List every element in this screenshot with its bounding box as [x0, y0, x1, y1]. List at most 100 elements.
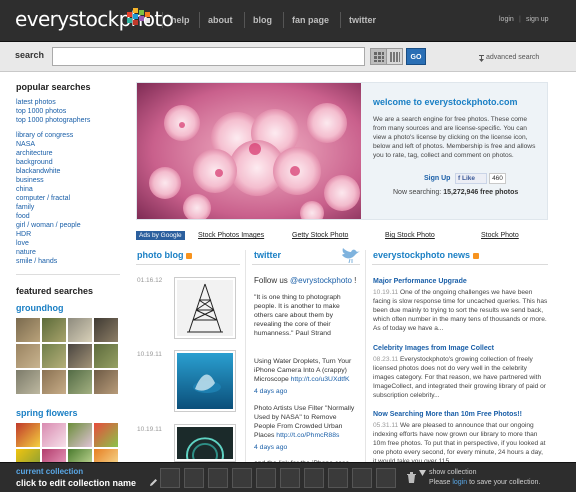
popular-search-link[interactable]: family — [16, 203, 122, 212]
nav-divider — [162, 12, 163, 28]
popular-search-link[interactable]: love — [16, 239, 122, 248]
blog-post-thumbnail[interactable] — [174, 350, 236, 412]
tweet-link[interactable]: http://t.co/u3UXdtfK — [291, 376, 350, 383]
collection-slot[interactable] — [328, 468, 348, 488]
nav-help[interactable]: help — [171, 15, 190, 25]
thumbnail[interactable] — [42, 423, 66, 447]
popular-search-link[interactable]: smile / hands — [16, 257, 122, 266]
popular-search-link[interactable]: latest photos — [16, 98, 122, 107]
thumbnail[interactable] — [42, 318, 66, 342]
sponsored-link[interactable]: Big Stock Photo — [385, 232, 435, 239]
popular-search-link[interactable]: food — [16, 212, 122, 221]
featured-photo-cherry-blossoms[interactable] — [137, 83, 361, 219]
groundhog-thumbnail-grid[interactable] — [16, 318, 118, 394]
signup-link[interactable]: sign up — [526, 16, 549, 23]
collection-slot[interactable] — [376, 468, 396, 488]
tweet-timestamp[interactable]: 4 days ago — [254, 444, 287, 451]
search-input[interactable] — [52, 47, 365, 66]
sponsored-link[interactable]: Getty Stock Photo — [292, 232, 348, 239]
news-heading[interactable]: everystockphoto news — [373, 250, 480, 260]
popular-search-link[interactable]: library of congress — [16, 131, 122, 140]
thumbnail[interactable] — [94, 423, 118, 447]
nav-fan-page[interactable]: fan page — [292, 15, 329, 25]
twitter-heading[interactable]: twitter — [254, 250, 281, 260]
collection-slot[interactable] — [256, 468, 276, 488]
collection-slot[interactable] — [160, 468, 180, 488]
thumbnail[interactable] — [68, 370, 92, 394]
thumbnail[interactable] — [42, 344, 66, 368]
thumbnail[interactable] — [94, 344, 118, 368]
thumbnail[interactable] — [94, 370, 118, 394]
thumbnail[interactable] — [68, 318, 92, 342]
trash-icon[interactable] — [407, 472, 416, 483]
thumbnail[interactable] — [16, 423, 40, 447]
collection-slot[interactable] — [208, 468, 228, 488]
blog-post-thumbnail[interactable] — [174, 424, 236, 474]
nav-divider — [199, 12, 200, 28]
nav-blog[interactable]: blog — [253, 15, 272, 25]
pencil-edit-icon[interactable] — [149, 478, 158, 487]
rss-icon[interactable] — [473, 252, 480, 259]
popular-search-link[interactable]: top 1000 photos — [16, 107, 122, 116]
thumbnail[interactable] — [16, 370, 40, 394]
thumbnail[interactable] — [68, 423, 92, 447]
thumbnail[interactable] — [16, 344, 40, 368]
show-collection-link[interactable]: show collection — [429, 469, 476, 476]
grid-view-icon[interactable] — [370, 48, 387, 65]
featured-search-spring-flowers[interactable]: spring flowers — [16, 408, 78, 418]
photo-blog-heading[interactable]: photo blog — [137, 250, 193, 260]
popular-search-link[interactable]: china — [16, 185, 122, 194]
signup-link[interactable]: Sign Up — [424, 175, 450, 182]
thumbnail[interactable] — [94, 318, 118, 342]
login-prompt-suffix: to save your collection. — [467, 479, 541, 486]
facebook-like-button[interactable]: f Like — [455, 173, 487, 184]
ads-by-google-label[interactable]: Ads by Google — [136, 231, 185, 240]
popular-searches-panel: popular searches latest photos top 1000 … — [16, 82, 122, 266]
tweet: Using Water Droplets, Turn Your iPhone C… — [254, 357, 358, 384]
collection-login-link[interactable]: login — [452, 479, 467, 486]
collection-name-editable[interactable]: click to edit collection name — [16, 478, 136, 488]
news-item-title[interactable]: Major Performance Upgrade — [373, 278, 548, 285]
blog-post-thumbnail[interactable] — [174, 277, 236, 339]
news-item-title[interactable]: Now Searching More than 10m Free Photos!… — [373, 411, 548, 418]
collection-slot[interactable] — [304, 468, 324, 488]
popular-search-link[interactable]: background — [16, 158, 122, 167]
featured-search-groundhog[interactable]: groundhog — [16, 303, 63, 313]
popular-search-link[interactable]: nature — [16, 248, 122, 257]
column-divider — [365, 250, 366, 462]
thumbnail[interactable] — [68, 344, 92, 368]
login-link[interactable]: login — [499, 16, 514, 23]
blog-photo-water-droplet — [177, 353, 233, 409]
now-searching-label: Now searching: — [393, 189, 444, 196]
popular-search-link[interactable]: architecture — [16, 149, 122, 158]
rss-icon[interactable] — [186, 252, 193, 259]
popular-search-link[interactable]: computer / fractal — [16, 194, 122, 203]
tweet-timestamp[interactable]: 4 days ago — [254, 388, 287, 395]
nav-about[interactable]: about — [208, 15, 233, 25]
thumbnail[interactable] — [16, 318, 40, 342]
popular-search-link[interactable]: business — [16, 176, 122, 185]
advanced-search-link[interactable]: advanced search — [486, 54, 539, 61]
sponsored-link[interactable]: Stock Photo — [481, 232, 519, 239]
list-view-icon[interactable] — [386, 48, 403, 65]
news-item-text: One of the ongoing challenges we have be… — [373, 289, 548, 332]
news-item-date: 05.31.11 — [373, 422, 399, 429]
collection-login-prompt: Please login to save your collection. — [429, 479, 540, 486]
collection-slot[interactable] — [352, 468, 372, 488]
news-item-title[interactable]: Celebrity Images from Image Collect — [373, 345, 548, 352]
thumbnail[interactable] — [42, 370, 66, 394]
popular-search-link[interactable]: HDR — [16, 230, 122, 239]
nav-twitter[interactable]: twitter — [349, 15, 376, 25]
twitter-bird-icon — [342, 248, 360, 263]
popular-search-link[interactable]: girl / woman / people — [16, 221, 122, 230]
collection-slot[interactable] — [184, 468, 204, 488]
popular-search-link[interactable]: blackandwhite — [16, 167, 122, 176]
go-button[interactable]: GO — [406, 48, 426, 65]
popular-search-link[interactable]: top 1000 photographers — [16, 116, 122, 125]
sponsored-link[interactable]: Stock Photos Images — [198, 232, 264, 239]
tweet-link[interactable]: http://t.co/PhmcR88s — [276, 432, 339, 439]
popular-search-link[interactable]: NASA — [16, 140, 122, 149]
collection-slot[interactable] — [232, 468, 252, 488]
twitter-handle-link[interactable]: @evrystockphoto — [290, 276, 352, 285]
collection-slot[interactable] — [280, 468, 300, 488]
